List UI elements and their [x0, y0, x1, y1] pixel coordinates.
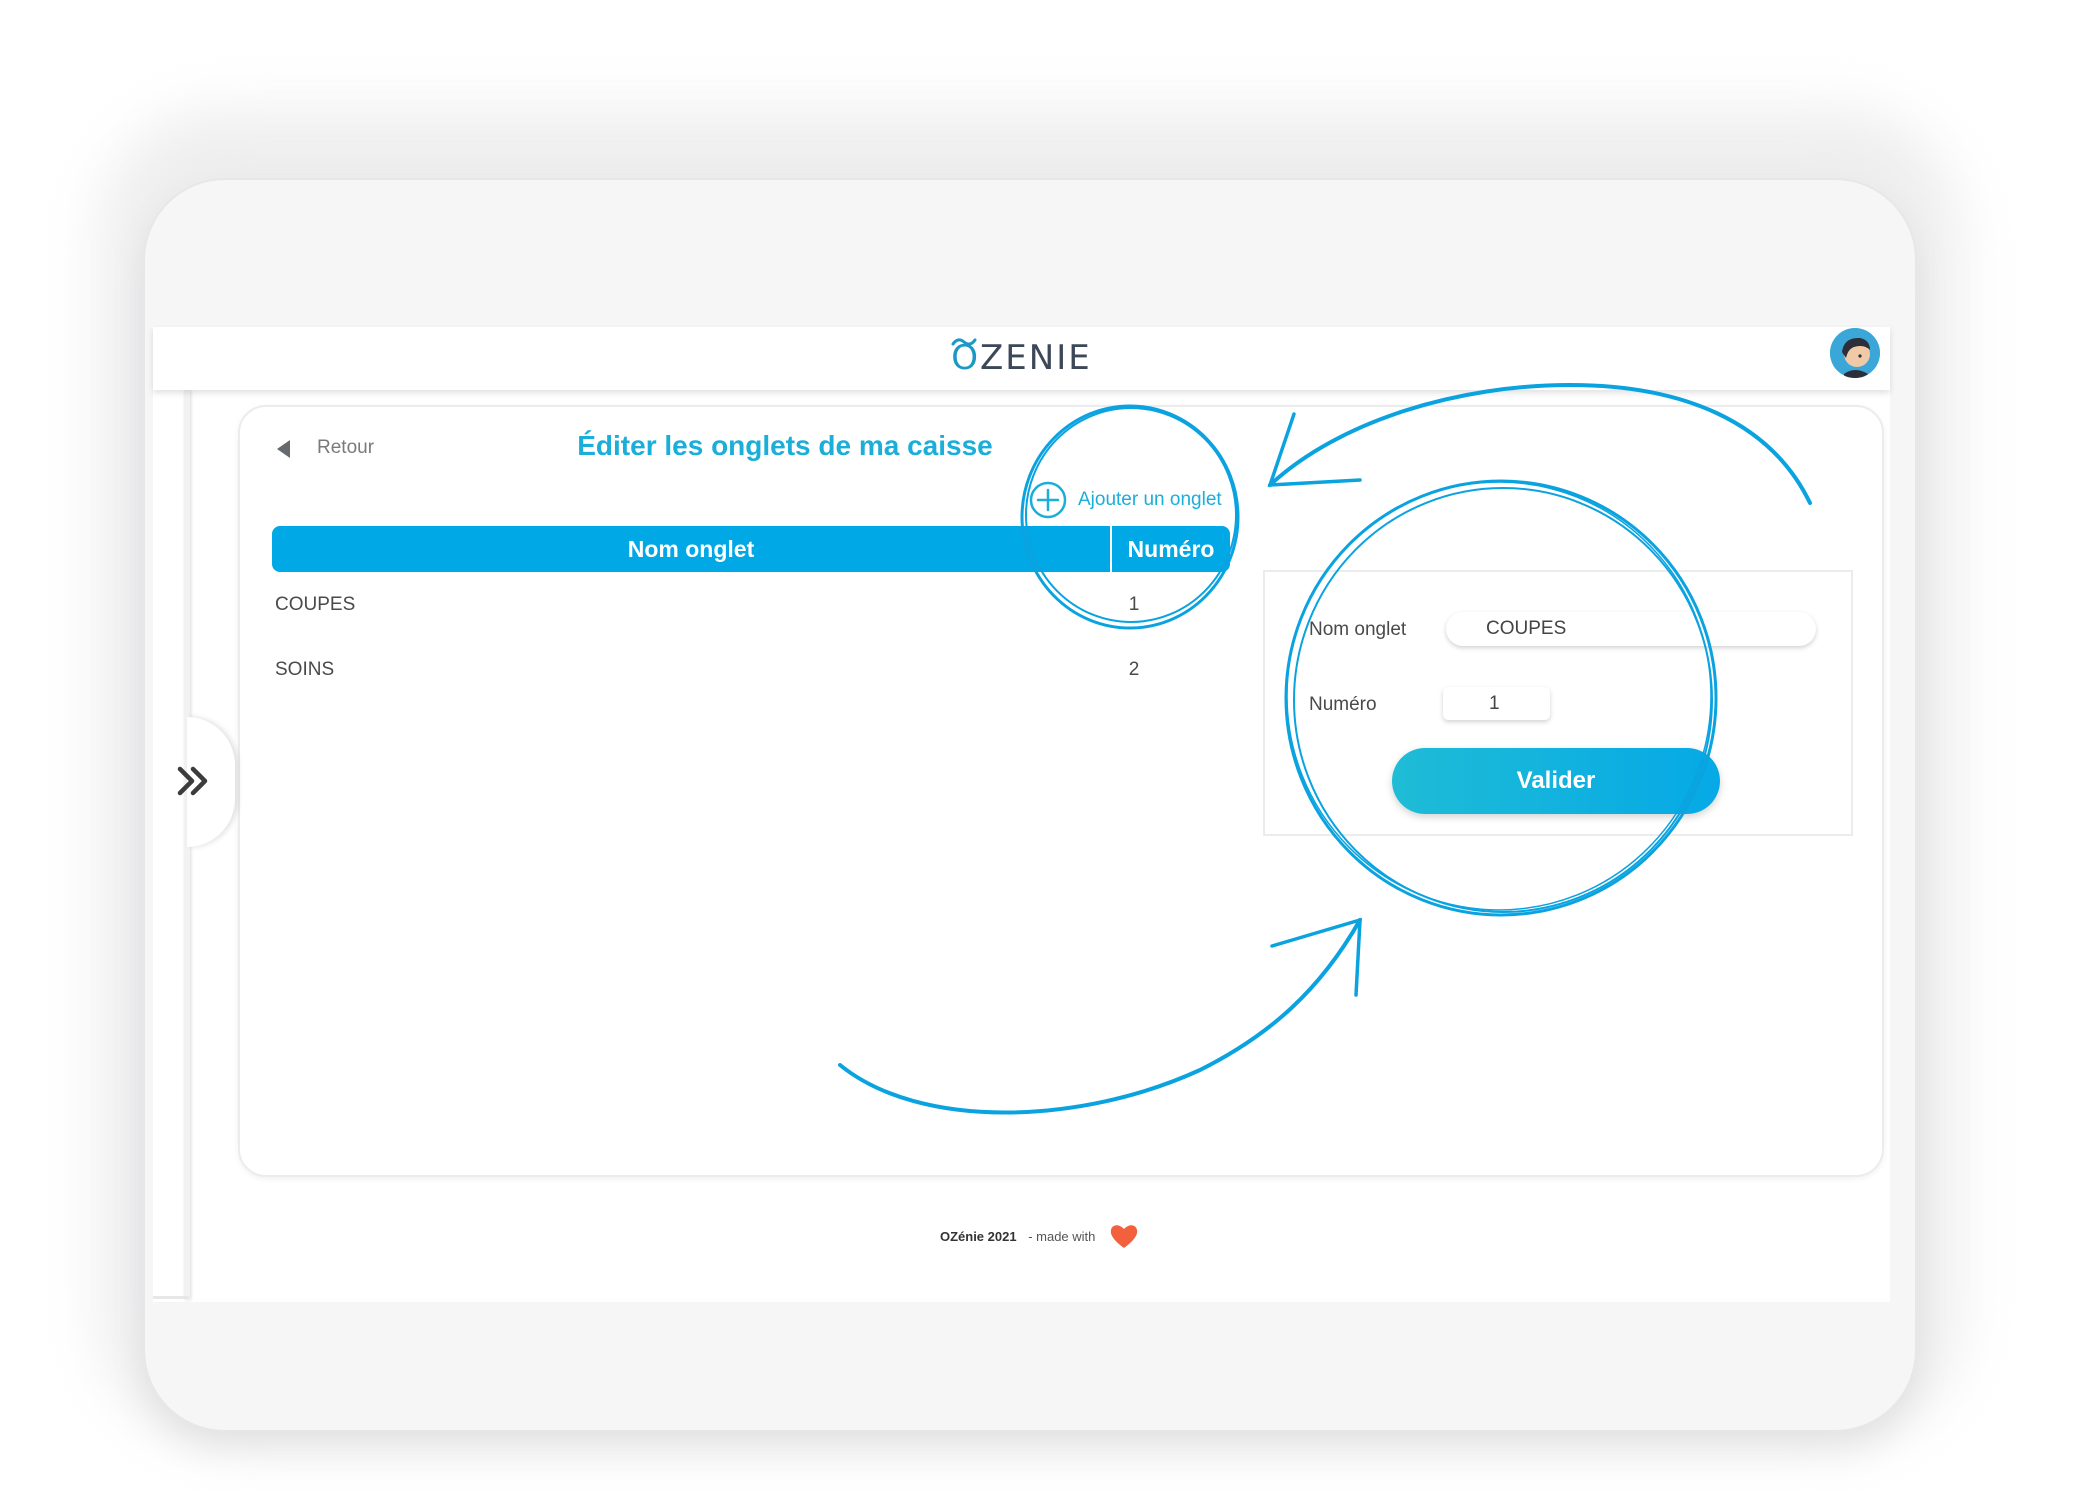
- tab-number-input[interactable]: 1: [1443, 687, 1550, 720]
- column-header-name: Nom onglet: [272, 526, 1110, 572]
- footer-brand: OZénie 2021: [939, 1228, 1017, 1244]
- tab-name-input[interactable]: COUPES: [1446, 612, 1816, 646]
- add-tab-label: Ajouter un onglet: [1078, 489, 1222, 510]
- name-field-label: Nom onglet: [1309, 619, 1407, 640]
- page-title: Éditer les onglets de ma caisse: [577, 430, 993, 461]
- top-header: OZENIE: [153, 327, 1890, 390]
- row-name: COUPES: [275, 594, 356, 615]
- plus-circle-icon: [1028, 480, 1068, 520]
- app-logo: OZENIE: [153, 333, 1890, 383]
- user-avatar[interactable]: [1830, 328, 1880, 378]
- sidebar-rail-base: [153, 1296, 189, 1299]
- validate-button[interactable]: Valider: [1392, 748, 1720, 814]
- double-chevron-right-icon: [174, 761, 214, 806]
- number-field-label: Numéro: [1309, 694, 1377, 715]
- column-header-number: Numéro: [1112, 526, 1230, 572]
- logo-tilde: [951, 334, 977, 352]
- heart-icon: [1109, 1222, 1139, 1253]
- row-number: 1: [1128, 594, 1140, 615]
- table-row[interactable]: SOINS 2: [272, 650, 1230, 690]
- footer-made-with: - made with: [1028, 1228, 1096, 1244]
- row-name: SOINS: [275, 659, 335, 680]
- back-arrow-icon[interactable]: [277, 440, 290, 458]
- footer: OZénie 2021 - made with: [0, 1222, 2079, 1253]
- add-tab-button[interactable]: Ajouter un onglet: [1028, 480, 1222, 520]
- logo-text: ZENIE: [980, 338, 1092, 378]
- back-link[interactable]: Retour: [317, 437, 374, 459]
- row-number: 2: [1128, 659, 1140, 680]
- table-row[interactable]: COUPES 1: [272, 585, 1230, 625]
